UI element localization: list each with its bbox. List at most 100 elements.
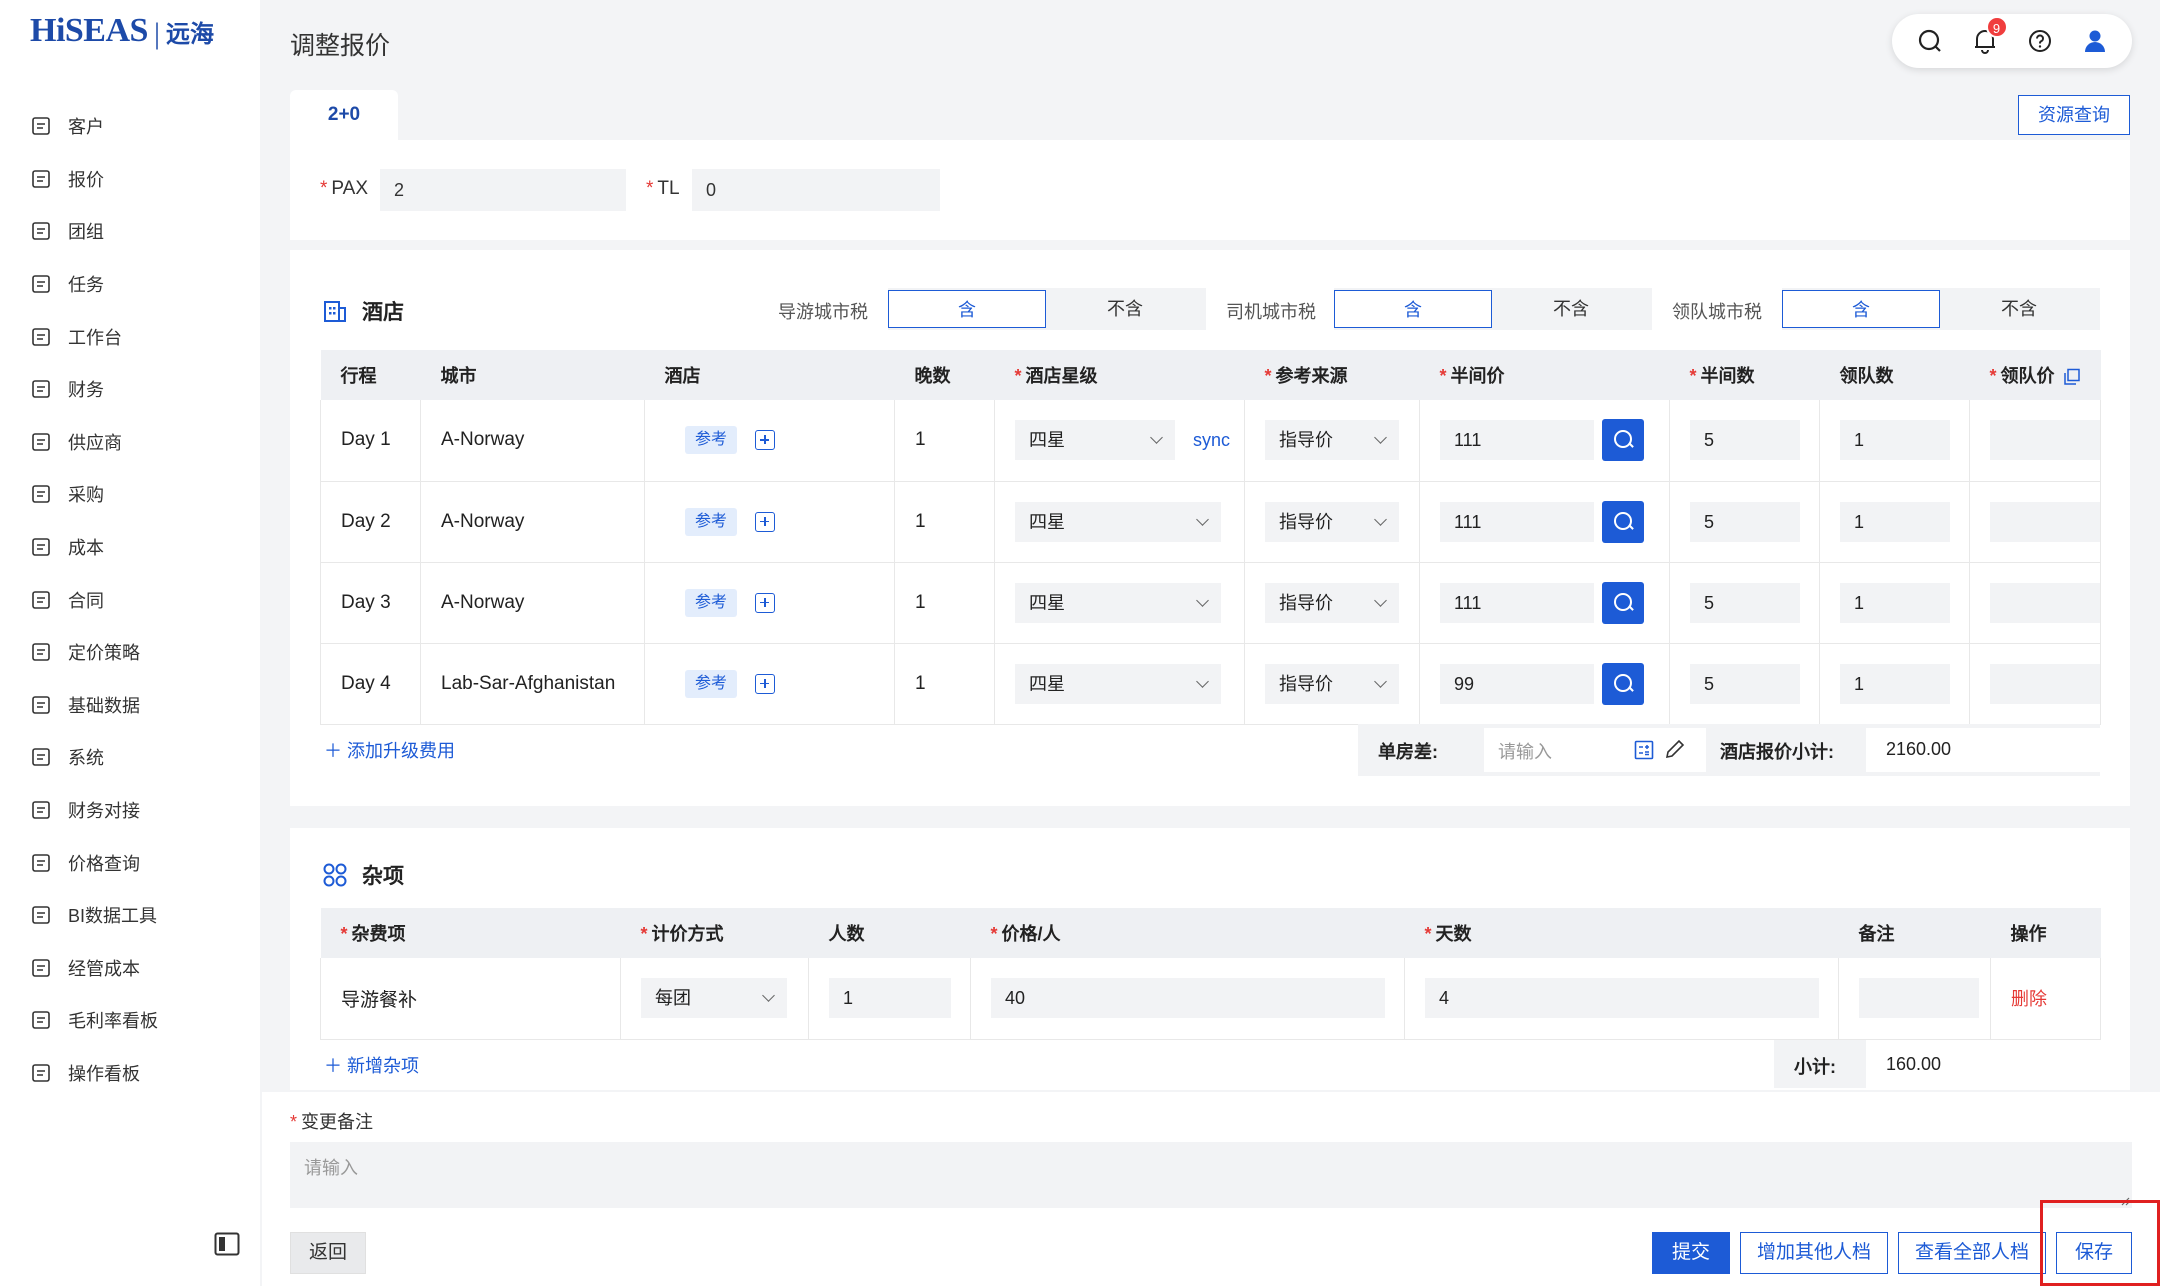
sidebar-item-6[interactable]: 供应商 <box>0 416 260 469</box>
tax-include-option[interactable]: 含 <box>1782 290 1940 328</box>
search-button[interactable] <box>1915 26 1945 56</box>
half-price-input[interactable]: 111 <box>1440 582 1594 623</box>
note-input[interactable] <box>1859 978 1979 1019</box>
help-button[interactable] <box>2025 26 2055 56</box>
tax-toggle-1: 含不含 <box>1334 288 1652 330</box>
brand-logo[interactable]: HiSEAS | 远海 <box>30 12 214 56</box>
source-select[interactable]: 指导价 <box>1265 420 1399 461</box>
misc-col-header: * 价格/人 <box>970 908 1405 958</box>
add-upgrade-fee-button[interactable]: ＋ 添加升级费用 <box>324 737 455 763</box>
price-search-button[interactable] <box>1602 662 1644 705</box>
star-select[interactable]: 四星 <box>1015 582 1221 623</box>
source-select[interactable]: 指导价 <box>1265 501 1399 542</box>
leader-count-input[interactable]: 1 <box>1840 501 1950 542</box>
edit-pencil-icon[interactable] <box>1664 738 1686 760</box>
hotel-col-header: 酒店 <box>644 350 895 400</box>
price-search-button[interactable] <box>1602 581 1644 624</box>
misc-col-header: 人数 <box>808 908 971 958</box>
sidebar-item-1[interactable]: 报价 <box>0 153 260 206</box>
sidebar-item-13[interactable]: 财务对接 <box>0 784 260 837</box>
tax-include-option[interactable]: 含 <box>1334 290 1492 328</box>
submit-button[interactable]: 提交 <box>1652 1232 1730 1274</box>
user-avatar[interactable] <box>2080 26 2110 56</box>
sidebar-item-18[interactable]: 操作看板 <box>0 1047 260 1100</box>
sidebar-item-16[interactable]: 经管成本 <box>0 942 260 995</box>
people-input[interactable]: 1 <box>829 978 951 1019</box>
sidebar-item-9[interactable]: 合同 <box>0 573 260 626</box>
star-select[interactable]: 四星 <box>1015 663 1221 704</box>
calculator-icon[interactable] <box>1634 740 1654 760</box>
sidebar-item-5[interactable]: 财务 <box>0 363 260 416</box>
change-note-label: * 变更备注 <box>290 1112 374 1132</box>
tax-exclude-option[interactable]: 不含 <box>1940 290 2098 328</box>
sidebar-item-12[interactable]: 系统 <box>0 731 260 784</box>
price-search-button[interactable] <box>1602 500 1644 543</box>
tax-exclude-option[interactable]: 不含 <box>1046 290 1204 328</box>
star-select[interactable]: 四星 <box>1015 501 1221 542</box>
sidebar-item-3[interactable]: 任务 <box>0 258 260 311</box>
tl-input[interactable]: 0 <box>692 169 940 211</box>
leader-count-input[interactable]: 1 <box>1840 420 1950 461</box>
leader-price-input[interactable] <box>1990 420 2100 461</box>
sidebar-item-11[interactable]: 基础数据 <box>0 679 260 732</box>
half-price-input[interactable]: 111 <box>1440 501 1594 542</box>
collapse-sidebar-icon[interactable] <box>214 1232 240 1256</box>
note-cell <box>1838 958 1991 1040</box>
view-all-archives-button[interactable]: 查看全部人档 <box>1898 1232 2046 1274</box>
price-input[interactable]: 40 <box>991 978 1385 1019</box>
half-count-input[interactable]: 5 <box>1690 501 1800 542</box>
method-select[interactable]: 每团 <box>641 978 787 1019</box>
leader-price-input[interactable] <box>1990 501 2100 542</box>
misc-subtotal-label: 小计: <box>1794 1057 1836 1077</box>
leader-count-input[interactable]: 1 <box>1840 582 1950 623</box>
add-hotel-icon[interactable] <box>755 430 776 451</box>
leader-count-input[interactable]: 1 <box>1840 663 1950 704</box>
add-hotel-icon[interactable] <box>755 511 776 532</box>
tax-include-option[interactable]: 含 <box>888 290 1046 328</box>
sidebar-item-8[interactable]: 成本 <box>0 521 260 574</box>
half-count-input[interactable]: 5 <box>1690 420 1800 461</box>
sidebar-item-2[interactable]: 团组 <box>0 205 260 258</box>
change-note-textarea[interactable]: 请输入 <box>290 1142 2132 1208</box>
notification-button[interactable]: 9 <box>1970 16 2008 56</box>
leader-price-input[interactable] <box>1990 663 2100 704</box>
days-input[interactable]: 4 <box>1425 978 1819 1019</box>
half-count-input[interactable]: 5 <box>1690 663 1800 704</box>
delete-link[interactable]: 删除 <box>2011 989 2047 1009</box>
leader-price-input[interactable] <box>1990 582 2100 623</box>
half-count-input[interactable]: 5 <box>1690 582 1800 623</box>
price-search-button[interactable] <box>1602 419 1644 462</box>
add-hotel-icon[interactable] <box>755 673 776 694</box>
tax-exclude-option[interactable]: 不含 <box>1492 290 1650 328</box>
source-select[interactable]: 指导价 <box>1265 663 1399 704</box>
add-other-archive-button[interactable]: 增加其他人档 <box>1740 1232 1888 1274</box>
star-select[interactable]: 四星 <box>1015 420 1175 461</box>
reference-tag[interactable]: 参考 <box>685 669 738 698</box>
copy-icon[interactable] <box>2063 368 2081 386</box>
sidebar-item-17[interactable]: 毛利率看板 <box>0 994 260 1047</box>
single-room-diff-input[interactable]: 请输入 <box>1484 728 1706 772</box>
sidebar-item-4[interactable]: 工作台 <box>0 310 260 363</box>
sidebar-item-7[interactable]: 采购 <box>0 468 260 521</box>
reference-tag[interactable]: 参考 <box>685 588 738 617</box>
tab-2-plus-0[interactable]: 2+0 <box>290 90 398 140</box>
add-hotel-icon[interactable] <box>755 592 776 613</box>
source-cell: 指导价 <box>1244 481 1420 563</box>
sidebar-item-15[interactable]: BI数据工具 <box>0 889 260 942</box>
sidebar-item-14[interactable]: 价格查询 <box>0 836 260 889</box>
back-button[interactable]: 返回 <box>290 1232 366 1274</box>
half-price-input[interactable]: 99 <box>1440 663 1594 704</box>
sidebar-item-10[interactable]: 定价策略 <box>0 626 260 679</box>
save-button[interactable]: 保存 <box>2056 1232 2132 1274</box>
add-misc-button[interactable]: ＋ 新增杂项 <box>324 1052 419 1078</box>
reference-tag[interactable]: 参考 <box>685 507 738 536</box>
sync-link[interactable]: sync <box>1193 430 1230 450</box>
pax-input[interactable]: 2 <box>380 169 626 211</box>
reference-tag[interactable]: 参考 <box>685 426 738 455</box>
hotel-col-header: * 酒店星级 <box>994 350 1245 400</box>
resource-query-button[interactable]: 资源查询 <box>2018 95 2130 135</box>
source-select[interactable]: 指导价 <box>1265 582 1399 623</box>
hotel-section-title: 酒店 <box>322 296 404 326</box>
sidebar-item-0[interactable]: 客户 <box>0 100 260 153</box>
half-price-input[interactable]: 111 <box>1440 420 1594 461</box>
